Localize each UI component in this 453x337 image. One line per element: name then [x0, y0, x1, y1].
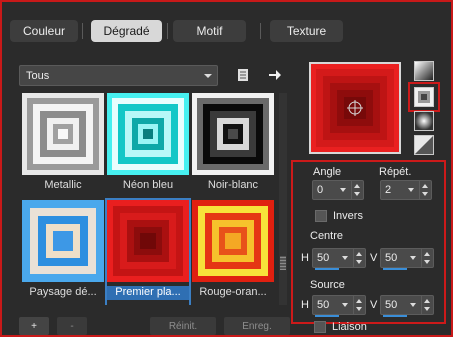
gallery-item-noir-blanc[interactable]: Noir-blanc	[192, 93, 274, 201]
source-v-slider[interactable]	[383, 315, 407, 317]
scrollbar-thumb[interactable]	[280, 256, 286, 270]
center-h-input[interactable]: 50	[312, 248, 366, 270]
tab-label: Texture	[286, 24, 327, 38]
spinner-arrows-icon[interactable]	[419, 181, 431, 199]
gradient-preview[interactable]	[309, 62, 401, 154]
center-h-label: H	[301, 252, 309, 264]
remove-label: -	[70, 320, 74, 332]
gradient-foreground-icon	[107, 200, 189, 282]
gradient-metallic-icon	[22, 93, 104, 175]
gallery-scrollbar[interactable]	[279, 93, 287, 305]
tab-couleur[interactable]: Couleur	[10, 20, 78, 42]
repeat-label: Répét.	[379, 166, 412, 178]
center-v-input[interactable]: 50	[380, 248, 434, 270]
gallery-item-metallic[interactable]: Metallic	[22, 93, 104, 201]
tab-degrade[interactable]: Dégradé	[91, 20, 162, 42]
reset-label: Réinit.	[168, 320, 198, 332]
link-checkbox[interactable]	[314, 321, 326, 333]
link-label: Liaison	[332, 321, 367, 333]
source-label: Source	[310, 279, 345, 291]
chevron-down-icon[interactable]	[407, 181, 417, 199]
document-icon[interactable]	[234, 66, 252, 84]
save-label: Enreg.	[242, 320, 272, 332]
gallery-item-paysage[interactable]: Paysage dé...	[22, 200, 104, 305]
source-v-value: 50	[385, 299, 398, 311]
angle-value: 0	[317, 184, 324, 196]
center-v-value: 50	[385, 252, 398, 264]
gradient-red-orange-icon	[192, 200, 274, 282]
arrow-right-icon[interactable]	[266, 66, 284, 84]
save-button[interactable]: Enreg.	[224, 317, 290, 335]
center-h-slider[interactable]	[315, 268, 339, 270]
linear-gradient-icon[interactable]	[414, 61, 434, 81]
spinner-arrows-icon[interactable]	[351, 181, 363, 199]
center-label: Centre	[310, 230, 344, 242]
source-h-slider[interactable]	[315, 315, 339, 317]
preview-swatch	[311, 64, 399, 152]
tab-divider	[167, 23, 168, 39]
gallery-item-label: Premier pla...	[107, 286, 189, 300]
chevron-down-icon[interactable]	[409, 249, 419, 267]
repeat-input[interactable]: 2	[380, 180, 432, 200]
spinner-arrows-icon[interactable]	[421, 249, 433, 267]
source-h-input[interactable]: 50	[312, 295, 366, 317]
source-v-input[interactable]: 50	[380, 295, 434, 317]
center-v-label: V	[370, 252, 378, 264]
repeat-value: 2	[385, 184, 392, 196]
chevron-down-icon	[204, 74, 212, 78]
tab-label: Motif	[196, 24, 223, 38]
source-v-label: V	[370, 299, 378, 311]
tab-label: Dégradé	[103, 24, 150, 38]
spinner-arrows-icon[interactable]	[353, 296, 365, 314]
rectangular-gradient-icon[interactable]	[414, 87, 434, 107]
gallery-item-rouge-orange[interactable]: Rouge-oran...	[192, 200, 274, 305]
source-h-label: H	[301, 299, 309, 311]
chevron-down-icon[interactable]	[341, 296, 351, 314]
add-button[interactable]: +	[19, 317, 49, 335]
gradient-neon-blue-icon	[107, 93, 189, 175]
category-value: Tous	[26, 69, 50, 82]
sunburst-gradient-icon[interactable]	[414, 135, 434, 155]
angle-label: Angle	[313, 166, 342, 178]
chevron-down-icon[interactable]	[339, 181, 349, 199]
gallery-item-label: Metallic	[44, 179, 82, 191]
invert-label: Invers	[333, 210, 363, 222]
tab-label: Couleur	[22, 24, 66, 38]
source-h-value: 50	[317, 299, 330, 311]
chevron-down-icon[interactable]	[341, 249, 351, 267]
tab-divider	[82, 23, 83, 39]
gradient-black-white-icon	[192, 93, 274, 175]
angle-input[interactable]: 0	[312, 180, 364, 200]
gallery-item-label: Paysage dé...	[29, 286, 97, 298]
center-v-slider[interactable]	[383, 268, 407, 270]
tab-texture[interactable]: Texture	[270, 20, 343, 42]
gallery-item-label: Néon bleu	[122, 179, 174, 191]
tab-divider	[260, 23, 261, 39]
spinner-arrows-icon[interactable]	[421, 296, 433, 314]
category-dropdown[interactable]: Tous	[19, 65, 218, 86]
reset-button[interactable]: Réinit.	[150, 317, 216, 335]
gallery-item-label: Rouge-oran...	[199, 286, 267, 298]
spinner-arrows-icon[interactable]	[353, 249, 365, 267]
remove-button[interactable]: -	[57, 317, 87, 335]
invert-checkbox[interactable]	[315, 210, 327, 222]
gradient-gallery: Metallic Néon bleu Noir-blanc Paysage dé…	[19, 93, 275, 305]
gallery-item-label: Noir-blanc	[207, 179, 259, 191]
gallery-item-neon-bleu[interactable]: Néon bleu	[107, 93, 189, 201]
add-label: +	[31, 320, 37, 332]
chevron-down-icon[interactable]	[409, 296, 419, 314]
gallery-item-premier-plan[interactable]: Premier pla...	[105, 198, 191, 305]
radial-gradient-icon[interactable]	[414, 111, 434, 131]
center-h-value: 50	[317, 252, 330, 264]
gradient-landscape-icon	[22, 200, 104, 282]
tab-motif[interactable]: Motif	[173, 20, 246, 42]
